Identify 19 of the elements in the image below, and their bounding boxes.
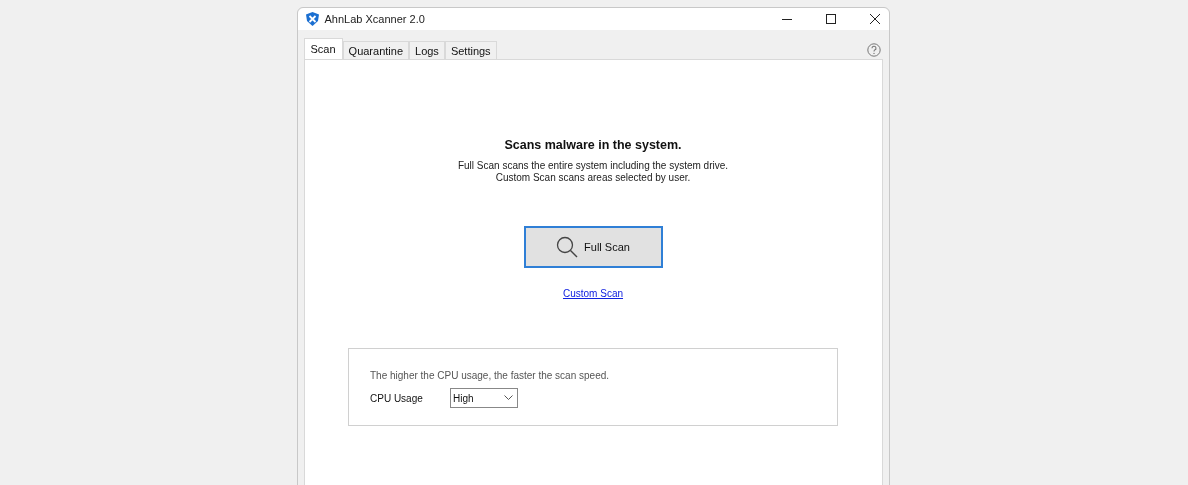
- cpu-usage-dropdown[interactable]: High: [450, 388, 518, 408]
- shield-logo-icon: [305, 12, 319, 26]
- search-icon: [556, 236, 579, 258]
- description-text: Full Scan scans the entire system including the system drive.: [457, 160, 729, 172]
- tab[interactable]: Settings: [444, 41, 497, 59]
- tab[interactable]: Logs: [409, 41, 445, 59]
- cpu-usage-label: CPU Usage: [370, 392, 424, 404]
- maximize-icon[interactable]: [824, 13, 837, 25]
- tab[interactable]: Quarantine: [342, 41, 409, 59]
- full-scan-button[interactable]: Full Scan: [523, 226, 663, 268]
- tab[interactable]: Scan: [303, 38, 343, 59]
- heading: Scans malware in the system.: [504, 138, 682, 152]
- help-icon[interactable]: [866, 42, 881, 57]
- close-icon[interactable]: [868, 13, 881, 25]
- window-title: AhnLab Xcanner 2.0: [324, 13, 425, 25]
- chevron-down-icon: [504, 395, 513, 401]
- description-text: Custom Scan scans areas selected by user.: [495, 172, 691, 184]
- hint-text: The higher the CPU usage, the faster the scan speed.: [370, 370, 611, 381]
- custom-scan-link[interactable]: Custom Scan: [563, 288, 623, 299]
